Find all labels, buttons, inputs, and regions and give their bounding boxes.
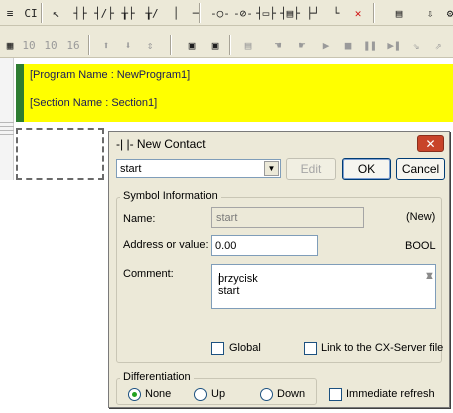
diff-down-label[interactable]: Down [277,388,305,400]
horizontal-line-icon[interactable]: ─ [186,3,206,23]
step-out-icon[interactable]: ⇗ [428,35,448,55]
global-checkbox[interactable] [211,342,224,355]
monitor-alt-icon[interactable]: ▣ [205,35,225,55]
toolbar-separator [199,3,201,23]
diff-down-radio[interactable] [260,388,273,401]
coil-no-icon[interactable]: -○- [210,3,230,23]
ladder-cursor[interactable] [16,128,104,180]
connection-icon[interactable]: ├┘ [303,3,323,23]
instruction-icon[interactable]: ┤▭├ [256,3,276,23]
chevron-down-icon[interactable]: ▼ [264,161,279,176]
transfer-icon[interactable]: ⇩ [420,3,440,23]
run-icon[interactable]: ▶ [316,35,336,55]
diff-none-radio[interactable] [128,388,141,401]
immediate-refresh-label[interactable]: Immediate refresh [346,388,435,400]
contact-name-value: start [120,163,142,175]
hand-force-off-icon[interactable]: ☛ [292,35,312,55]
monitor-icon[interactable]: ▣ [182,35,202,55]
comment-textarea[interactable]: przycisk start ▲ ▼ [211,264,436,309]
online-edit-icon[interactable]: ▤ [389,3,409,23]
symbol-name-value: start [216,212,238,224]
comment-value: przycisk start [218,273,258,297]
pause-icon[interactable]: ❚❚ [360,35,380,55]
edit-button[interactable]: Edit [286,158,336,180]
address-input[interactable]: 0.00 [211,235,318,256]
contact-name-combobox[interactable]: start ▼ [116,159,281,178]
address-value: 0.00 [215,240,237,252]
symbol-information-legend: Symbol Information [120,190,221,202]
ok-button[interactable]: OK [342,158,391,180]
differentiation-legend: Differentiation [120,371,194,383]
step-icon[interactable]: ▶❚ [384,35,404,55]
address-label: Address or value: [123,239,209,251]
comment-label: Comment: [123,268,174,280]
vertical-line-icon[interactable]: │ [166,3,186,23]
immediate-refresh-checkbox[interactable] [329,388,342,401]
toolbar-separator [41,3,43,23]
differential-monitor-icon[interactable]: ▤ [238,35,258,55]
scroll-down-icon: ▼ [424,270,435,282]
comment-scrollbar[interactable]: ▲ ▼ [421,266,435,308]
toolbar-separator [88,35,90,55]
address-16-icon[interactable]: 16 [63,35,83,55]
dialog-title: -| |- New Contact [116,137,206,151]
instruction-block-icon[interactable]: ┤▤├ [280,3,300,23]
section-name-label: [Section Name : Section1] [30,97,158,109]
cross-reference-icon[interactable]: CI [21,3,41,23]
link-cx-server-label[interactable]: Link to the CX-Server file [321,342,443,354]
line-connect-icon[interactable]: └ [326,3,346,23]
new-contact-dialog: -| |- New Contact ✕ start ▼ Edit OK Canc… [108,131,450,408]
text-caret [219,273,220,285]
coil-nc-icon[interactable]: -⊘- [233,3,253,23]
view-toggle-icon[interactable]: ▦ [0,35,20,55]
step-in-icon[interactable]: ⇘ [406,35,426,55]
symbol-table-icon[interactable]: ≡ [0,3,20,23]
close-button[interactable]: ✕ [417,135,444,152]
contact-or-nc-icon[interactable]: ╁/ [142,3,162,23]
address-10-icon[interactable]: 10 [19,35,39,55]
rung-up-icon[interactable]: ⬆ [96,35,116,55]
symbol-status: (New) [406,211,436,223]
program-name-label: [Program Name : NewProgram1] [30,69,191,81]
section-marker [16,64,24,122]
rung-down-icon[interactable]: ⬇ [118,35,138,55]
ladder-toolbar: ≡ CI ↖ ┤├ ┤/├ ╁├ ╁/│ ─ -○- -⊘- ┤▭├ ┤▤├ ├┘ └ ✕ ▤ ⇩ ⚙ [0,0,453,26]
delete-line-icon[interactable]: ✕ [348,3,368,23]
diff-up-radio[interactable] [194,388,207,401]
toolbar-separator [373,3,375,23]
symbol-name-field: start [211,207,364,228]
diff-up-label[interactable]: Up [211,388,225,400]
hand-force-on-icon[interactable]: ☚ [268,35,288,55]
view-toolbar: ▦ 10 10 16 ⬆ ⬇ ⇕ ▣ ▣ ▤ ☚ ☛ ▶ ■ ❚❚ ▶❚ ⇘ ⇗ [0,32,453,58]
diff-none-label[interactable]: None [145,388,171,400]
compile-icon[interactable]: ⚙ [440,3,453,23]
link-cx-server-checkbox[interactable] [304,342,317,355]
rung-move-icon[interactable]: ⇕ [140,35,160,55]
rung-margin [0,58,14,180]
close-icon: ✕ [425,136,436,151]
contact-nc-icon[interactable]: ┤/├ [94,3,114,23]
stop-icon[interactable]: ■ [338,35,358,55]
address-10b-icon[interactable]: 10 [41,35,61,55]
contact-no-icon[interactable]: ┤├ [70,3,90,23]
toolbar-separator [170,35,172,55]
toolbar-separator [229,35,231,55]
global-label[interactable]: Global [229,342,261,354]
cancel-button[interactable]: Cancel [396,158,445,180]
name-label: Name: [123,213,156,225]
contact-or-no-icon[interactable]: ╁├ [118,3,138,23]
select-pointer-icon[interactable]: ↖ [46,3,66,23]
data-type-label: BOOL [405,240,436,252]
dialog-titlebar[interactable]: -| |- New Contact ✕ [109,132,449,154]
